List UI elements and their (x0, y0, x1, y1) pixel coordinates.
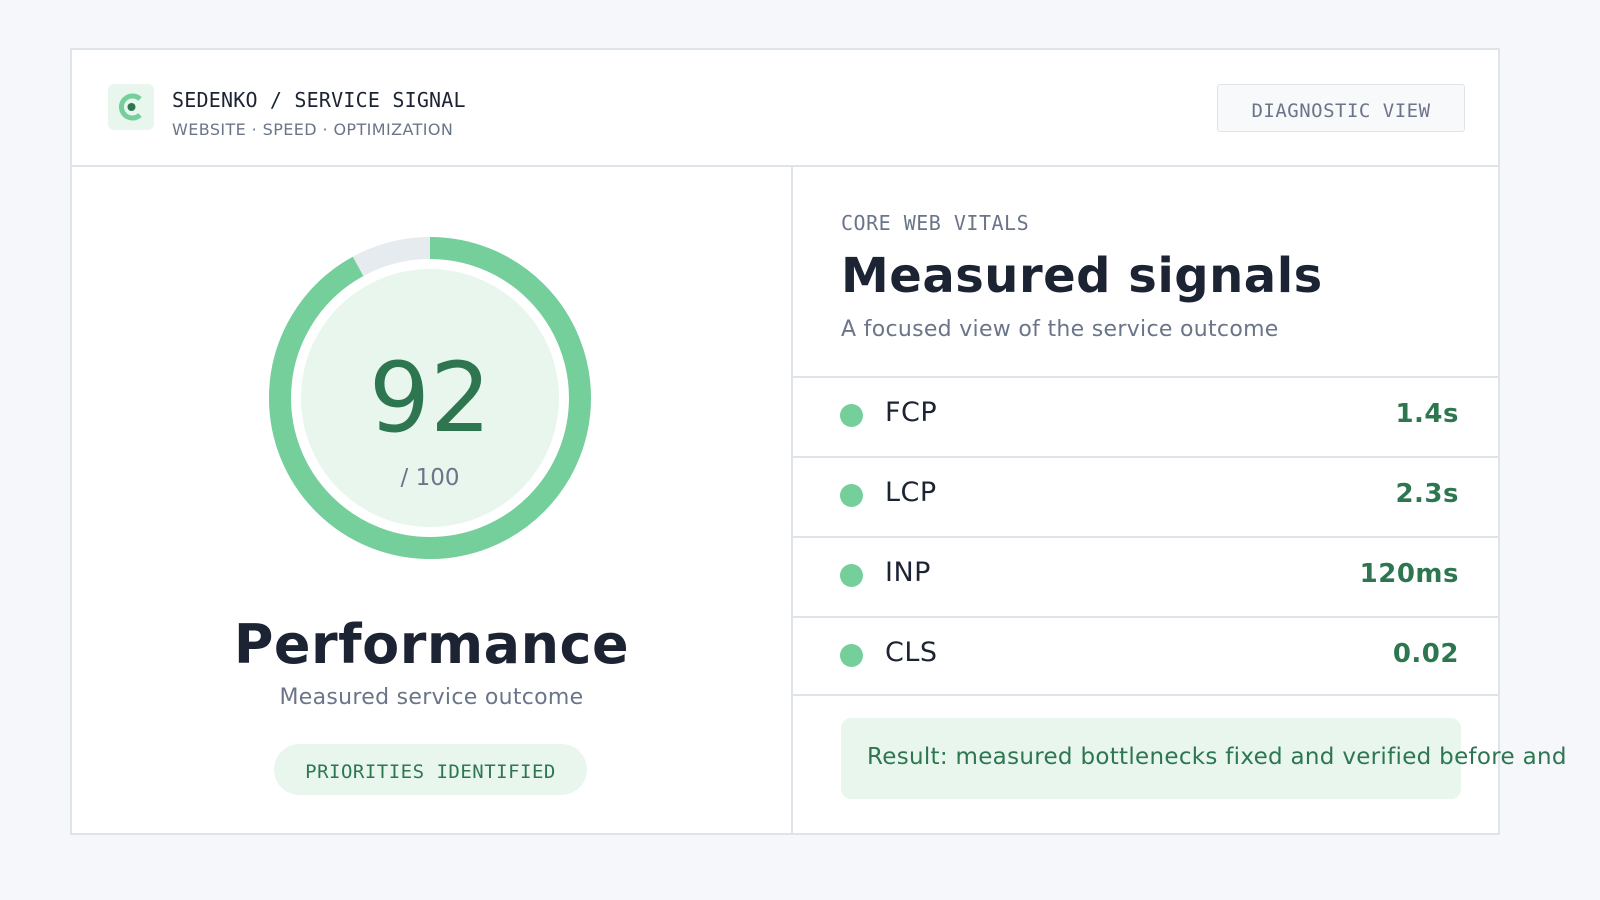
vitals-eyebrow: CORE WEB VITALS (841, 211, 1030, 235)
status-dot-icon (840, 484, 863, 507)
gauge-progress-arc (269, 237, 591, 559)
score-max: / 100 (400, 465, 460, 491)
card-header: SEDENKO / SERVICE SIGNAL WEBSITE · SPEED… (72, 50, 1498, 167)
performance-title: Performance (233, 613, 630, 676)
brand-subtitle: WEBSITE · SPEED · OPTIMIZATION (172, 120, 454, 139)
metric-value: 120ms (1359, 559, 1459, 589)
score-gauge (269, 237, 591, 559)
status-dot-icon (840, 644, 863, 667)
performance-subtitle: Measured service outcome (279, 685, 584, 710)
metrics-list: FCP 1.4s LCP 2.3s INP 120ms CLS 0.02 (793, 376, 1498, 696)
service-signal-card: SEDENKO / SERVICE SIGNAL WEBSITE · SPEED… (70, 48, 1566, 835)
score-value: 92 (368, 342, 492, 454)
panel-divider (791, 167, 793, 833)
metric-value: 2.3s (1395, 479, 1459, 509)
metric-value: 1.4s (1395, 399, 1459, 429)
metric-label: FCP (885, 397, 938, 428)
gauge-inner-fill (301, 269, 559, 527)
status-dot-icon (840, 404, 863, 427)
metric-row-fcp: FCP 1.4s (793, 376, 1498, 456)
result-text: Result: measured bottlenecks fixed and v… (867, 744, 1567, 770)
viewport: SEDENKO / SERVICE SIGNAL WEBSITE · SPEED… (0, 0, 1568, 900)
brand-title: SEDENKO / SERVICE SIGNAL (172, 88, 466, 112)
vitals-subtitle: A focused view of the service outcome (841, 317, 1279, 342)
diagnostic-view-button[interactable]: DIAGNOSTIC VIEW (1217, 84, 1465, 132)
metric-row-lcp: LCP 2.3s (793, 456, 1498, 536)
metric-value: 0.02 (1392, 639, 1459, 669)
metric-label: INP (885, 557, 931, 588)
c-logo-icon (108, 84, 154, 130)
metric-row-inp: INP 120ms (793, 536, 1498, 616)
metric-label: CLS (885, 637, 938, 668)
metric-row-cls: CLS 0.02 (793, 616, 1498, 696)
vitals-title: Measured signals (841, 248, 1323, 304)
result-callout: Result: measured bottlenecks fixed and v… (841, 718, 1566, 799)
priorities-badge: PRIORITIES IDENTIFIED (274, 744, 587, 795)
metric-label: LCP (885, 477, 937, 508)
gauge-track (269, 237, 591, 559)
status-dot-icon (840, 564, 863, 587)
